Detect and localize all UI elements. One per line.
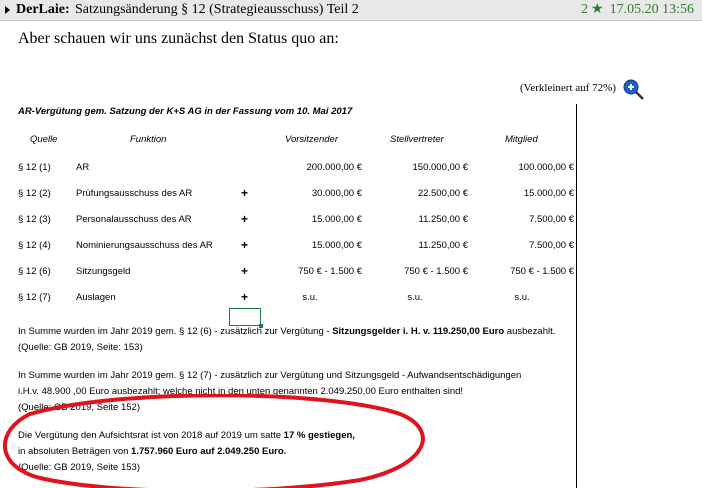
cell-vorsitzender: 15.000,00 €: [311, 240, 362, 251]
column-header-funktion: Funktion: [130, 134, 167, 145]
column-header-quelle: Quelle: [30, 134, 58, 145]
cell-mitglied: s.u.: [514, 292, 530, 303]
cell-mitglied: 750 € - 1.500 €: [510, 266, 574, 277]
author-name[interactable]: DerLaie:: [16, 0, 70, 20]
cell-stellvertreter: 22.500,00 €: [417, 188, 468, 199]
plus-sign: +: [241, 238, 249, 252]
cell-funktion: Auslagen: [76, 292, 116, 303]
column-header-mitglied: Mitglied: [505, 134, 538, 145]
cell-stellvertreter: 150.000,00 €: [412, 162, 468, 173]
cell-vorsitzender: 30.000,00 €: [311, 188, 362, 199]
cell-mitglied: 7.500,00 €: [529, 214, 574, 225]
cell-quelle: § 12 (1): [18, 162, 51, 173]
column-header-vorsitzender: Vorsitzender: [285, 134, 338, 145]
star-icon[interactable]: ★: [591, 2, 604, 17]
zoom-in-icon[interactable]: [622, 78, 644, 100]
cell-funktion: Personalausschuss des AR: [76, 214, 192, 225]
post-date: 17.05.20 13:56: [609, 2, 694, 17]
cell-funktion: Sitzungsgeld: [76, 266, 131, 277]
cell-vorsitzender: s.u.: [302, 292, 318, 303]
table-border-line: [576, 104, 577, 488]
cell-vorsitzender: 750 € - 1.500 €: [298, 266, 362, 277]
cell-quelle: § 12 (7): [18, 292, 51, 303]
cell-stellvertreter: 11.250,00 €: [418, 214, 468, 225]
cell-mitglied: 15.000,00 €: [523, 188, 574, 199]
cell-funktion: Prüfungsausschuss des AR: [76, 188, 193, 199]
rating-count: 2: [581, 2, 589, 17]
highlight-ellipse: [3, 394, 425, 488]
cell-quelle: § 12 (4): [18, 240, 51, 251]
zoom-note: (Verkleinert auf 72%): [520, 82, 616, 94]
plus-sign: +: [241, 290, 249, 304]
summary-sitzungsgeld: In Summe wurden im Jahr 2019 gem. § 12 (…: [18, 324, 555, 356]
cell-quelle: § 12 (3): [18, 214, 51, 225]
source-note: (Quelle: GB 2019, Seite: 153): [18, 342, 143, 353]
intro-text: Aber schauen wir uns zunächst den Status…: [18, 30, 339, 47]
cell-stellvertreter: 11.250,00 €: [418, 240, 468, 251]
plus-sign: +: [241, 212, 249, 226]
cell-vorsitzender: 15.000,00 €: [311, 214, 362, 225]
cell-stellvertreter: 750 € - 1.500 €: [404, 266, 468, 277]
cell-funktion: AR: [76, 162, 90, 173]
plus-sign: +: [241, 264, 249, 278]
post-meta: 2 ★ 17.05.20 13:56: [581, 0, 694, 20]
cell-mitglied: 100.000,00 €: [518, 162, 574, 173]
plus-sign: +: [241, 186, 249, 200]
cell-quelle: § 12 (6): [18, 266, 51, 277]
column-header-stellvertreter: Stellvertreter: [390, 134, 444, 145]
embedded-document-image: (Verkleinert auf 72%) AR-Vergütung gem. …: [0, 62, 702, 488]
cell-mitglied: 7.500,00 €: [529, 240, 574, 251]
triangle-right-icon[interactable]: [5, 6, 10, 14]
cell-stellvertreter: s.u.: [407, 292, 423, 303]
post-header: DerLaie: Satzungsänderung § 12 (Strategi…: [0, 0, 702, 21]
cell-quelle: § 12 (2): [18, 188, 51, 199]
post-title[interactable]: Satzungsänderung § 12 (Strategieausschus…: [75, 0, 359, 20]
cell-vorsitzender: 200.000,00 €: [306, 162, 362, 173]
table-heading: AR-Vergütung gem. Satzung der K+S AG in …: [18, 106, 353, 117]
cell-funktion: Nominierungsausschuss des AR: [76, 240, 213, 251]
